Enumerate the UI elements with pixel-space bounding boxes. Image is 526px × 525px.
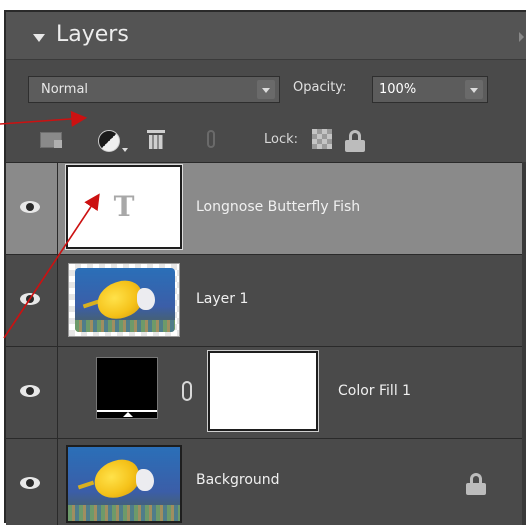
layer-row-color-fill[interactable]: Color Fill 1 [6, 346, 526, 438]
color-fill-thumbnail[interactable] [96, 357, 158, 419]
fish-image [68, 447, 180, 521]
layer1-thumbnail[interactable] [68, 263, 180, 337]
panel-title: Layers [56, 22, 129, 47]
layer-name[interactable]: Color Fill 1 [338, 383, 411, 399]
fill-indicator-icon [123, 412, 133, 417]
layer-row-layer1[interactable]: Layer 1 [6, 254, 526, 346]
blend-mode-value: Normal [41, 82, 89, 97]
eye-icon[interactable] [20, 385, 40, 397]
collapse-arrow-icon[interactable] [33, 34, 45, 42]
visibility-cell[interactable] [6, 163, 58, 254]
mask-link-icon[interactable] [182, 381, 192, 401]
lock-all-icon[interactable] [345, 130, 365, 152]
eye-icon[interactable] [20, 201, 40, 213]
layers-toolbar: Lock: [6, 112, 526, 160]
layer-row-text[interactable]: T Longnose Butterfly Fish [6, 162, 526, 254]
scrollbar[interactable] [522, 162, 526, 525]
eye-icon[interactable] [20, 477, 40, 489]
blend-mode-select[interactable]: Normal [28, 76, 280, 103]
lock-label: Lock: [264, 132, 299, 147]
opacity-value: 100% [379, 82, 417, 97]
visibility-cell[interactable] [6, 255, 58, 346]
fish-image [75, 268, 175, 332]
layers-list: T Longnose Butterfly Fish Layer 1 Color … [6, 162, 526, 525]
adjustment-dropdown-icon[interactable] [122, 148, 128, 152]
link-layers-icon[interactable] [207, 130, 215, 148]
background-thumbnail[interactable] [66, 445, 182, 523]
opacity-dropdown-icon[interactable] [465, 80, 483, 99]
layer-lock-icon [466, 473, 486, 495]
new-layer-icon[interactable] [40, 132, 62, 148]
opacity-field[interactable]: 100% [372, 76, 488, 103]
panel-header: Layers [6, 12, 526, 60]
panel-menu-icon[interactable] [519, 32, 524, 42]
layer-name[interactable]: Longnose Butterfly Fish [196, 199, 360, 215]
layer-row-background[interactable]: Background [6, 438, 526, 525]
visibility-cell[interactable] [6, 439, 58, 525]
text-layer-thumbnail[interactable]: T [65, 164, 183, 250]
layers-panel: Layers Normal Opacity: 100% Lock: T Long… [4, 10, 526, 525]
adjustment-layer-icon[interactable] [98, 130, 120, 152]
trash-icon[interactable] [147, 128, 165, 150]
layer-name[interactable]: Layer 1 [196, 291, 248, 307]
layer-mask-thumbnail[interactable] [207, 350, 319, 432]
lock-transparent-pixels-icon[interactable] [312, 129, 332, 149]
eye-icon[interactable] [20, 293, 40, 305]
layer-name[interactable]: Background [196, 472, 280, 488]
opacity-label: Opacity: [293, 80, 347, 95]
blend-mode-dropdown-icon[interactable] [257, 80, 275, 99]
visibility-cell[interactable] [6, 347, 58, 438]
